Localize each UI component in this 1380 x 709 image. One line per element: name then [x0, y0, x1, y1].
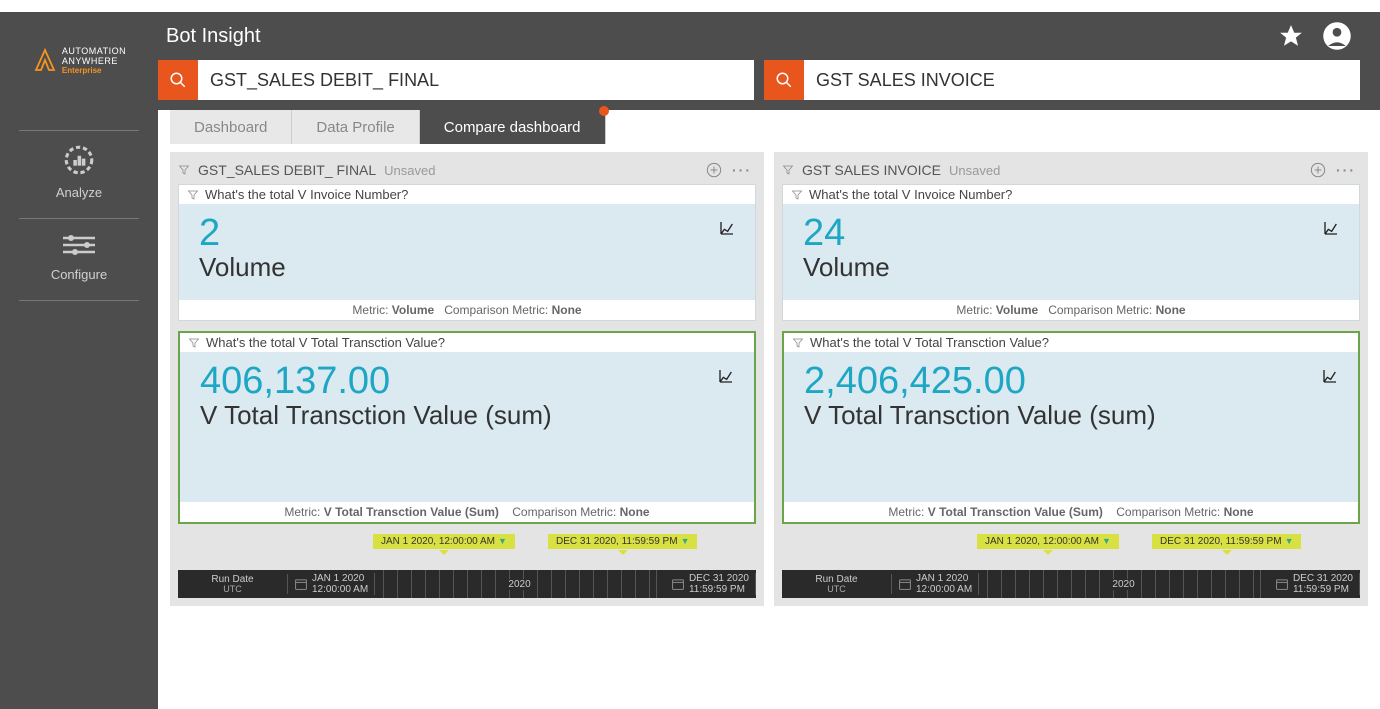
kpi-value: 24	[803, 214, 1339, 252]
browser-topbar	[0, 0, 1380, 12]
time-tooltips: JAN 1 2020, 12:00:00 AM▼ DEC 31 2020, 11…	[782, 534, 1360, 564]
filter-icon[interactable]	[792, 337, 804, 349]
kpi-card[interactable]: What's the total V Total Transction Valu…	[782, 331, 1360, 524]
plus-icon[interactable]	[1310, 162, 1326, 178]
compare-panel-right: GST SALES INVOICE Unsaved ··· What's the…	[774, 152, 1368, 606]
kpi-label: V Total Transction Value (sum)	[804, 400, 1338, 431]
kpi-label: V Total Transction Value (sum)	[200, 400, 734, 431]
search-button-left[interactable]	[158, 60, 198, 100]
calendar-icon	[1275, 577, 1289, 591]
more-icon[interactable]: ···	[732, 162, 752, 178]
kpi-value: 2	[199, 214, 735, 252]
sidebar-item-label: Analyze	[56, 185, 102, 200]
plus-icon[interactable]	[706, 162, 722, 178]
search-left	[158, 60, 754, 100]
tab-label: Data Profile	[316, 119, 394, 136]
calendar-icon	[294, 577, 308, 591]
card-footer: Metric: V Total Transction Value (Sum) C…	[784, 502, 1358, 522]
filter-icon[interactable]	[782, 164, 794, 176]
card-question: What's the total V Invoice Number?	[809, 187, 1012, 202]
search-icon	[169, 71, 187, 89]
tab-dashboard[interactable]: Dashboard	[170, 110, 292, 144]
user-icon[interactable]	[1322, 21, 1352, 51]
panel-status: Unsaved	[384, 163, 435, 178]
sidebar-item-analyze[interactable]: Analyze	[19, 130, 139, 219]
calendar-icon	[671, 577, 685, 591]
sidebar-item-label: Configure	[51, 267, 107, 282]
logo-edition: Enterprise	[62, 66, 126, 75]
tab-data-profile[interactable]: Data Profile	[292, 110, 419, 144]
chart-type-icon[interactable]	[1323, 220, 1339, 241]
end-date[interactable]: DEC 31 202011:59:59 PM	[1269, 573, 1360, 595]
kpi-card[interactable]: What's the total V Invoice Number? 24 Vo…	[782, 184, 1360, 321]
time-axis[interactable]: 2020	[383, 570, 657, 598]
aa-logo-icon	[32, 48, 58, 74]
sidebar: Analyze Configure	[0, 110, 158, 709]
range-start-tooltip[interactable]: JAN 1 2020, 12:00:00 AM▼	[373, 534, 515, 549]
time-axis[interactable]: 2020	[987, 570, 1261, 598]
search-button-right[interactable]	[764, 60, 804, 100]
filter-icon[interactable]	[188, 337, 200, 349]
sidebar-item-configure[interactable]: Configure	[19, 219, 139, 301]
panel-title: GST_SALES DEBIT_ FINAL	[198, 162, 376, 178]
tab-label: Dashboard	[194, 119, 267, 136]
time-tooltips: JAN 1 2020, 12:00:00 AM▼ DEC 31 2020, 11…	[178, 534, 756, 564]
kpi-value: 406,137.00	[200, 362, 734, 400]
analyze-icon	[62, 143, 96, 177]
content-area: Dashboard Data Profile Compare dashboard…	[158, 110, 1380, 709]
card-question: What's the total V Total Transction Valu…	[206, 335, 445, 350]
tab-compare-dashboard[interactable]: Compare dashboard	[420, 110, 606, 144]
configure-icon	[59, 231, 99, 259]
time-bar[interactable]: Run Date UTC JAN 1 202012:00:00 AM 2020 …	[178, 570, 756, 598]
compare-panel-left: GST_SALES DEBIT_ FINAL Unsaved ··· What'…	[170, 152, 764, 606]
logo-text-2: ANYWHERE	[62, 57, 126, 67]
kpi-card[interactable]: What's the total V Invoice Number? 2 Vol…	[178, 184, 756, 321]
range-end-tooltip[interactable]: DEC 31 2020, 11:59:59 PM▼	[1152, 534, 1301, 549]
chart-type-icon[interactable]	[1322, 368, 1338, 389]
page-title: Bot Insight	[166, 25, 261, 48]
kpi-card[interactable]: What's the total V Total Transction Valu…	[178, 331, 756, 524]
filter-icon[interactable]	[187, 189, 199, 201]
card-question: What's the total V Invoice Number?	[205, 187, 408, 202]
logo: AUTOMATION ANYWHERE Enterprise	[0, 12, 158, 110]
kpi-label: Volume	[803, 252, 1339, 283]
search-input-left[interactable]	[198, 60, 754, 100]
time-bar[interactable]: Run Date UTC JAN 1 202012:00:00 AM 2020 …	[782, 570, 1360, 598]
close-icon[interactable]	[599, 106, 609, 116]
panel-title: GST SALES INVOICE	[802, 162, 941, 178]
chart-type-icon[interactable]	[719, 220, 735, 241]
card-footer: Metric: V Total Transction Value (Sum) C…	[180, 502, 754, 522]
search-icon	[775, 71, 793, 89]
search-input-right[interactable]	[804, 60, 1360, 100]
end-date[interactable]: DEC 31 202011:59:59 PM	[665, 573, 756, 595]
tab-bar: Dashboard Data Profile Compare dashboard	[158, 110, 1380, 144]
tab-label: Compare dashboard	[444, 119, 581, 136]
chart-type-icon[interactable]	[718, 368, 734, 389]
calendar-icon	[898, 577, 912, 591]
card-footer: Metric: Volume Comparison Metric: None	[179, 300, 755, 320]
search-right	[764, 60, 1360, 100]
filter-icon[interactable]	[178, 164, 190, 176]
range-end-tooltip[interactable]: DEC 31 2020, 11:59:59 PM▼	[548, 534, 697, 549]
more-icon[interactable]: ···	[1336, 162, 1356, 178]
star-icon[interactable]	[1278, 23, 1304, 49]
start-date[interactable]: JAN 1 202012:00:00 AM	[892, 573, 979, 595]
rundate-label: Run Date UTC	[178, 574, 288, 595]
rundate-label: Run Date UTC	[782, 574, 892, 595]
start-date[interactable]: JAN 1 202012:00:00 AM	[288, 573, 375, 595]
filter-icon[interactable]	[791, 189, 803, 201]
range-start-tooltip[interactable]: JAN 1 2020, 12:00:00 AM▼	[977, 534, 1119, 549]
kpi-label: Volume	[199, 252, 735, 283]
kpi-value: 2,406,425.00	[804, 362, 1338, 400]
card-footer: Metric: Volume Comparison Metric: None	[783, 300, 1359, 320]
app-header: AUTOMATION ANYWHERE Enterprise Bot Insig…	[0, 12, 1380, 110]
panel-status: Unsaved	[949, 163, 1000, 178]
card-question: What's the total V Total Transction Valu…	[810, 335, 1049, 350]
